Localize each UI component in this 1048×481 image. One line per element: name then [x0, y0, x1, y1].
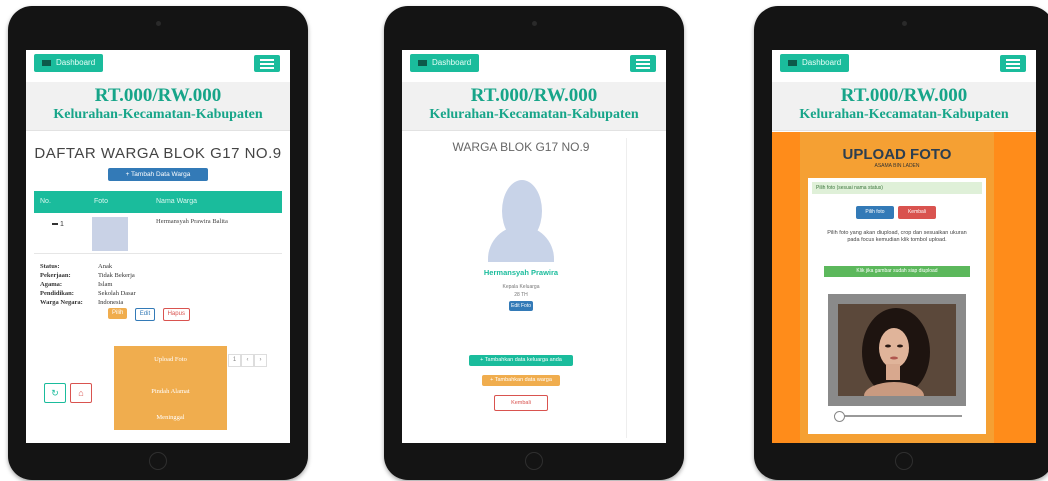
home-hardware-button [895, 452, 913, 470]
pagination: 1 ‹ › [228, 354, 267, 367]
dashboard-icon [788, 59, 797, 66]
kembali-button[interactable]: Kembali [898, 206, 936, 219]
upload-title: UPLOAD FOTO [842, 146, 952, 163]
tablet-1: Dashboard RT.000/RW.000 Kelurahan-Kecama… [8, 6, 308, 480]
avatar [488, 180, 554, 262]
menu-upload-foto[interactable]: Upload Foto [114, 356, 227, 363]
col-foto[interactable]: Foto [94, 198, 108, 205]
upload-form: Pilih foto (sesuai nama status) Pilih fo… [808, 178, 986, 434]
dashboard-button[interactable]: Dashboard [34, 54, 104, 72]
site-header: RT.000/RW.000 Kelurahan-Kecamatan-Kabupa… [402, 82, 666, 131]
screen-upload-foto: Dashboard RT.000/RW.000 Kelurahan-Kecama… [772, 50, 1036, 443]
kelurahan-title: Kelurahan-Kecamatan-Kabupaten [429, 107, 639, 122]
row-name: Hermansyah Prawira Balita [156, 218, 228, 225]
kelurahan-title: Kelurahan-Kecamatan-Kabupaten [53, 107, 263, 122]
dashboard-label: Dashboard [432, 58, 472, 67]
camera-dot [156, 21, 161, 26]
page-next[interactable]: › [254, 354, 267, 367]
crop-area[interactable] [828, 294, 966, 406]
tablet-3: Dashboard RT.000/RW.000 Kelurahan-Kecama… [754, 6, 1048, 480]
page-title: DAFTAR WARGA BLOK G17 NO.9 [34, 145, 282, 162]
row-no: 1 [52, 221, 64, 228]
detail-status: Status: Anak [40, 263, 113, 270]
add-warga-button[interactable]: + Tambah Data Warga [108, 168, 208, 181]
col-no[interactable]: No. [40, 198, 51, 205]
dashboard-icon [418, 59, 427, 66]
detail-pekerjaan: Pekerjaan: Tidak Bekerja [40, 272, 135, 279]
pilih-foto-button[interactable]: Pilih foto [856, 206, 894, 219]
screen-detail-warga: Dashboard RT.000/RW.000 Kelurahan-Kecama… [402, 50, 666, 443]
warga-profile-card: WARGA BLOK G17 NO.9 Hermansyah Prawira K… [416, 138, 627, 438]
tambah-keluarga-button[interactable]: + Tambahkan data keluarga anda [469, 355, 573, 366]
kembali-button[interactable]: Kembali [494, 395, 548, 411]
rt-rw-title: RT.000/RW.000 [840, 85, 968, 106]
dashboard-button[interactable]: Dashboard [410, 54, 480, 72]
topbar: Dashboard [772, 50, 1036, 82]
pilih-button[interactable]: Pilih [108, 308, 128, 319]
home-icon: ⌂ [78, 388, 84, 398]
page-title: WARGA BLOK G17 NO.9 [452, 140, 590, 154]
tablet-2: Dashboard RT.000/RW.000 Kelurahan-Kecama… [384, 6, 684, 480]
home-button[interactable]: ⌂ [70, 383, 92, 403]
edit-button[interactable]: Edit [134, 308, 156, 321]
site-header: RT.000/RW.000 Kelurahan-Kecamatan-Kabupa… [772, 82, 1036, 131]
screen-daftar-warga: Dashboard RT.000/RW.000 Kelurahan-Kecama… [26, 50, 290, 443]
menu-toggle-button[interactable] [1000, 55, 1026, 72]
row-photo [92, 217, 128, 251]
dashboard-icon [42, 59, 51, 66]
upload-description: Pilih foto yang akan diupload, crop dan … [827, 230, 967, 243]
edit-foto-button[interactable]: Edit Foto [509, 301, 533, 311]
col-nama[interactable]: Nama Warga [156, 198, 197, 205]
kelurahan-title: Kelurahan-Kecamatan-Kabupaten [799, 107, 1009, 122]
dashboard-button[interactable]: Dashboard [780, 54, 850, 72]
detail-pendidikan: Pendidikan: Sekolah Dasar [40, 290, 136, 297]
topbar: Dashboard [26, 50, 290, 82]
topbar: Dashboard [402, 50, 666, 82]
warga-age: 28 TH [514, 292, 528, 298]
home-hardware-button [149, 452, 167, 470]
table-header: No. Foto Nama Warga [34, 191, 282, 213]
menu-toggle-button[interactable] [630, 55, 656, 72]
dashboard-label: Dashboard [802, 58, 842, 67]
home-hardware-button [525, 452, 543, 470]
refresh-icon: ↻ [51, 388, 59, 398]
menu-pindah-alamat[interactable]: Pindah Alamat [114, 388, 227, 395]
rt-rw-title: RT.000/RW.000 [470, 85, 598, 106]
table-row[interactable]: 1 Hermansyah Prawira Balita [34, 213, 282, 254]
pilih-dropdown-menu: Upload Foto Pindah Alamat Meninggal [114, 346, 227, 430]
collapse-icon[interactable] [52, 223, 58, 226]
row-actions: Pilih Edit Hapus [108, 308, 290, 321]
menu-meninggal[interactable]: Meninggal [114, 414, 227, 421]
hapus-button[interactable]: Hapus [162, 308, 190, 321]
upload-alert: Pilih foto (sesuai nama status) [812, 182, 982, 194]
camera-dot [902, 21, 907, 26]
page-1[interactable]: 1 [228, 354, 241, 367]
site-header: RT.000/RW.000 Kelurahan-Kecamatan-Kabupa… [26, 82, 290, 131]
zoom-slider-track[interactable] [834, 415, 962, 417]
page-prev[interactable]: ‹ [241, 354, 254, 367]
upload-subtitle: ASAMA BIN LADEN [874, 163, 920, 169]
zoom-slider-handle[interactable] [834, 411, 845, 422]
warga-name: Hermansyah Prawira [483, 268, 559, 277]
row-details: Status: Anak Pekerjaan: Tidak Bekerja Agam… [40, 262, 290, 307]
warga-role: Kepala Keluarga [502, 284, 540, 290]
crop-upload-button[interactable]: Klik jika gambar sudah siap diupload [824, 266, 970, 277]
tambah-warga-button[interactable]: + Tambahkan data warga [482, 375, 560, 386]
menu-toggle-button[interactable] [254, 55, 280, 72]
camera-dot [532, 21, 537, 26]
dashboard-label: Dashboard [56, 58, 96, 67]
refresh-button[interactable]: ↻ [44, 383, 66, 403]
rt-rw-title: RT.000/RW.000 [94, 85, 222, 106]
detail-agama: Agama: Islam [40, 281, 113, 288]
uploaded-photo [838, 304, 956, 396]
detail-warga-negara: Warga Negara: Indonesia [40, 299, 124, 306]
